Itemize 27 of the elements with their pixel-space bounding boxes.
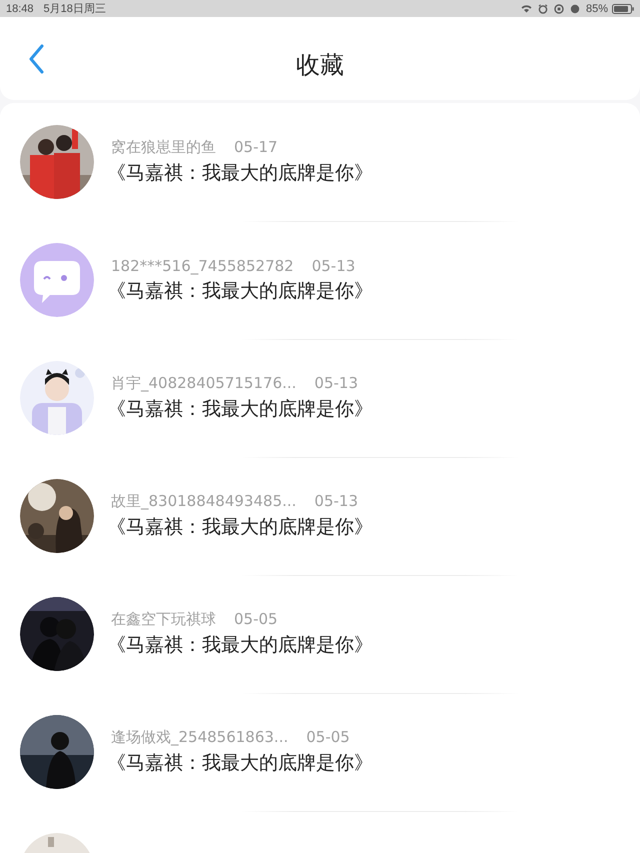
- date: 05-13: [312, 256, 356, 274]
- article-title[interactable]: 《马嘉祺：我最大的底牌是你》: [107, 632, 373, 658]
- article-title[interactable]: 《马嘉祺：我最大的底牌是你》: [107, 160, 373, 186]
- article-title[interactable]: 《马嘉祺：我最大的底牌是你》: [107, 514, 373, 540]
- date: 05-13: [314, 374, 358, 393]
- page-title: 收藏: [296, 50, 344, 80]
- article-title[interactable]: 《马嘉祺：我最大的底牌是你》: [107, 278, 373, 304]
- article-title[interactable]: 《马嘉祺：我最大的底牌是你》: [107, 750, 373, 776]
- user-name: 故里_83018848493485...: [111, 492, 296, 511]
- article-title[interactable]: 《马嘉祺：我最大的底牌是你》: [107, 396, 373, 422]
- user-name: 在鑫空下玩祺球: [111, 610, 216, 629]
- user-name: 逢场做戏_2548561863...: [111, 728, 288, 747]
- status-date: 5月18日周三: [44, 2, 106, 16]
- wifi-icon: [520, 4, 532, 13]
- status-time: 18:48: [6, 2, 34, 14]
- date: 05-17: [234, 138, 278, 157]
- user-name: 窝在狼崽里的鱼: [111, 138, 216, 157]
- alarm-icon: [538, 4, 548, 14]
- battery-percent: 85%: [586, 2, 608, 14]
- date: 05-13: [314, 492, 358, 511]
- chat-bubble-icon: [20, 243, 94, 317]
- date: 05-05: [306, 728, 350, 747]
- back-icon: [28, 44, 44, 74]
- user-name: 肖宇_40828405715176...: [111, 374, 296, 393]
- date: 05-05: [234, 610, 278, 629]
- battery-icon: [612, 4, 634, 14]
- user-name: 182***516_7455852782: [111, 256, 294, 274]
